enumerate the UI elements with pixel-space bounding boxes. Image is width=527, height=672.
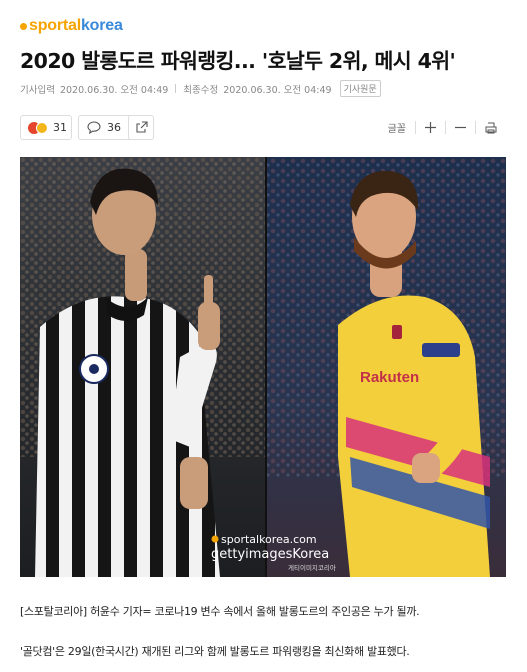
logo-text-sportal: sportal <box>29 17 81 34</box>
svg-text:sportalkorea.com: sportalkorea.com <box>221 533 317 546</box>
reaction-emoji-icon <box>28 121 48 134</box>
svg-text:게티이미지코리아: 게티이미지코리아 <box>288 563 336 572</box>
comment-count: 36 <box>107 121 121 134</box>
article-photo: Rakuten sportalkorea.com gettyimagesKore… <box>20 157 506 577</box>
svg-text:Rakuten: Rakuten <box>360 369 419 386</box>
font-decrease-button[interactable] <box>446 122 475 133</box>
article-paragraph-1: [스포탈코리아] 허윤수 기자= 코로나19 변수 속에서 올해 발롱도르의 주… <box>20 605 420 618</box>
share-button[interactable] <box>128 115 154 140</box>
published-label: 기사입력 <box>20 84 55 96</box>
minus-icon <box>455 126 466 129</box>
meta-divider <box>175 84 177 93</box>
print-icon <box>485 122 497 133</box>
logo-text-korea: korea <box>80 17 123 34</box>
print-button[interactable] <box>476 122 506 134</box>
reaction-count: 31 <box>53 121 67 134</box>
updated-value: 2020.06.30. 오전 04:49 <box>223 84 332 96</box>
font-setting-button[interactable]: 글꼴 <box>379 120 415 135</box>
site-header: sportal korea <box>20 14 123 38</box>
logo-dot-icon <box>20 22 27 30</box>
photo-illustration: Rakuten sportalkorea.com gettyimagesKore… <box>20 157 506 577</box>
published-value: 2020.06.30. 오전 04:49 <box>59 84 169 96</box>
article-paragraph-2: '골닷컴'은 29일(한국시간) 재개된 리그와 함께 발롱도르 파워랭킹을 최… <box>20 645 410 658</box>
original-article-link[interactable]: 기사원문 <box>339 80 381 97</box>
article-toolbar: 31 36 글꼴 <box>20 115 506 141</box>
updated-label: 최종수정 <box>183 84 219 96</box>
site-logo[interactable]: sportal korea <box>20 17 123 35</box>
article-meta: 기사입력 2020.06.30. 오전 04:49 최종수정 2020.06.3… <box>20 80 381 97</box>
share-icon <box>135 121 148 133</box>
toolbar-right: 글꼴 <box>379 115 506 140</box>
reaction-button[interactable]: 31 <box>20 115 72 140</box>
svg-text:gettyimagesKorea: gettyimagesKorea <box>211 547 329 562</box>
comment-icon <box>87 121 101 134</box>
article-title: 2020 발롱도르 파워랭킹... '호날두 2위, 메시 4위' <box>20 49 456 73</box>
font-increase-button[interactable] <box>416 122 445 133</box>
plus-icon <box>425 122 436 133</box>
